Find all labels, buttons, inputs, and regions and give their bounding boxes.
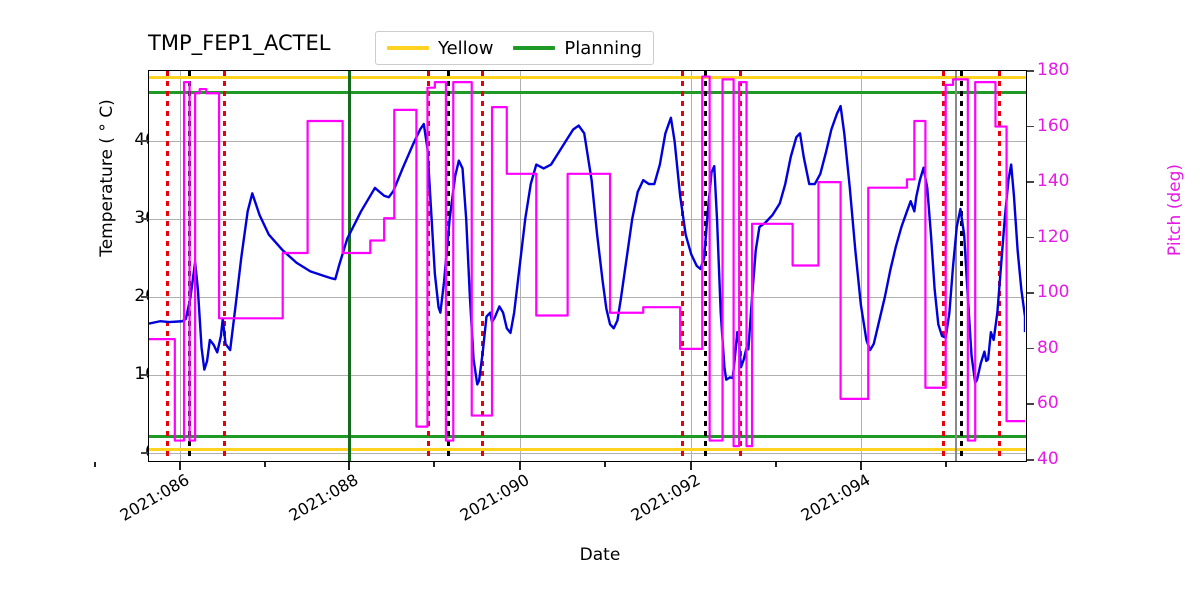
chart-root: TMP_FEP1_ACTEL Yellow Planning Temperatu… (0, 0, 1200, 600)
series-lines (149, 75, 1025, 448)
y-axis-right-tick-mark (1027, 403, 1034, 406)
legend-swatch-yellow (387, 46, 429, 50)
legend-label-yellow: Yellow (438, 37, 494, 59)
x-axis-tick-label: 2021:094 (797, 470, 874, 525)
x-axis-tick-label: 2021:086 (116, 470, 193, 525)
x-axis-minor-tick-mark (604, 462, 606, 467)
y-axis-right-tick-label: 160 (1037, 115, 1070, 136)
plot-area[interactable] (148, 70, 1027, 462)
y-axis-left-tick-mark (141, 451, 148, 454)
series-temperature (149, 104, 1025, 386)
x-axis-minor-tick-mark (264, 462, 266, 467)
y-axis-right-tick-label: 100 (1037, 282, 1070, 303)
x-axis-tick-label: 2021:092 (627, 470, 704, 525)
y-axis-right-tick-mark (1027, 347, 1034, 350)
x-axis-tick-mark (348, 462, 350, 470)
y-axis-right-tick-label: 60 (1037, 393, 1059, 414)
chart-legend: Yellow Planning (375, 31, 654, 65)
y-axis-right-tick-mark (1027, 70, 1034, 72)
y-axis-right-tick-mark (1027, 125, 1034, 128)
legend-item-planning[interactable]: Planning (513, 38, 642, 59)
y-axis-left-label: Temperature ( ° C) (97, 99, 117, 257)
y-axis-right-tick-label: 120 (1037, 226, 1070, 247)
y-axis-right-tick-label: 80 (1037, 337, 1059, 358)
x-axis-minor-tick-mark (945, 462, 947, 467)
y-axis-right-tick-mark (1027, 459, 1034, 461)
x-axis-tick-mark (690, 462, 692, 470)
y-axis-left-tick-mark (141, 140, 148, 142)
y-axis-right-tick-label: 40 (1037, 449, 1059, 469)
y-axis-left-tick-mark (141, 218, 148, 220)
x-axis-tick-label: 2021:088 (285, 470, 362, 525)
y-axis-right-tick-mark (1027, 292, 1034, 294)
legend-swatch-planning (513, 46, 556, 50)
legend-label-planning: Planning (564, 37, 642, 59)
y-axis-right-tick-label: 180 (1037, 60, 1070, 80)
x-axis-tick-mark (179, 462, 181, 470)
chart-title: TMP_FEP1_ACTEL (148, 31, 331, 55)
x-axis-tick-label: 2021:090 (456, 470, 533, 525)
x-axis-minor-tick-mark (775, 462, 777, 467)
x-axis-label: Date (579, 545, 621, 565)
x-axis-tick-mark (519, 462, 521, 470)
legend-item-yellow[interactable]: Yellow (387, 38, 493, 59)
y-axis-left-tick-mark (141, 374, 148, 376)
x-axis-minor-tick-mark (94, 462, 96, 467)
x-axis-minor-tick-mark (433, 462, 435, 467)
y-axis-right-tick-mark (1027, 236, 1034, 239)
y-axis-left-tick-mark (141, 296, 148, 298)
x-axis-tick-mark (860, 462, 862, 470)
y-axis-right-label: Pitch (deg) (1165, 163, 1185, 257)
y-axis-right-tick-label: 140 (1037, 171, 1070, 192)
y-axis-right-tick-mark (1027, 181, 1034, 183)
